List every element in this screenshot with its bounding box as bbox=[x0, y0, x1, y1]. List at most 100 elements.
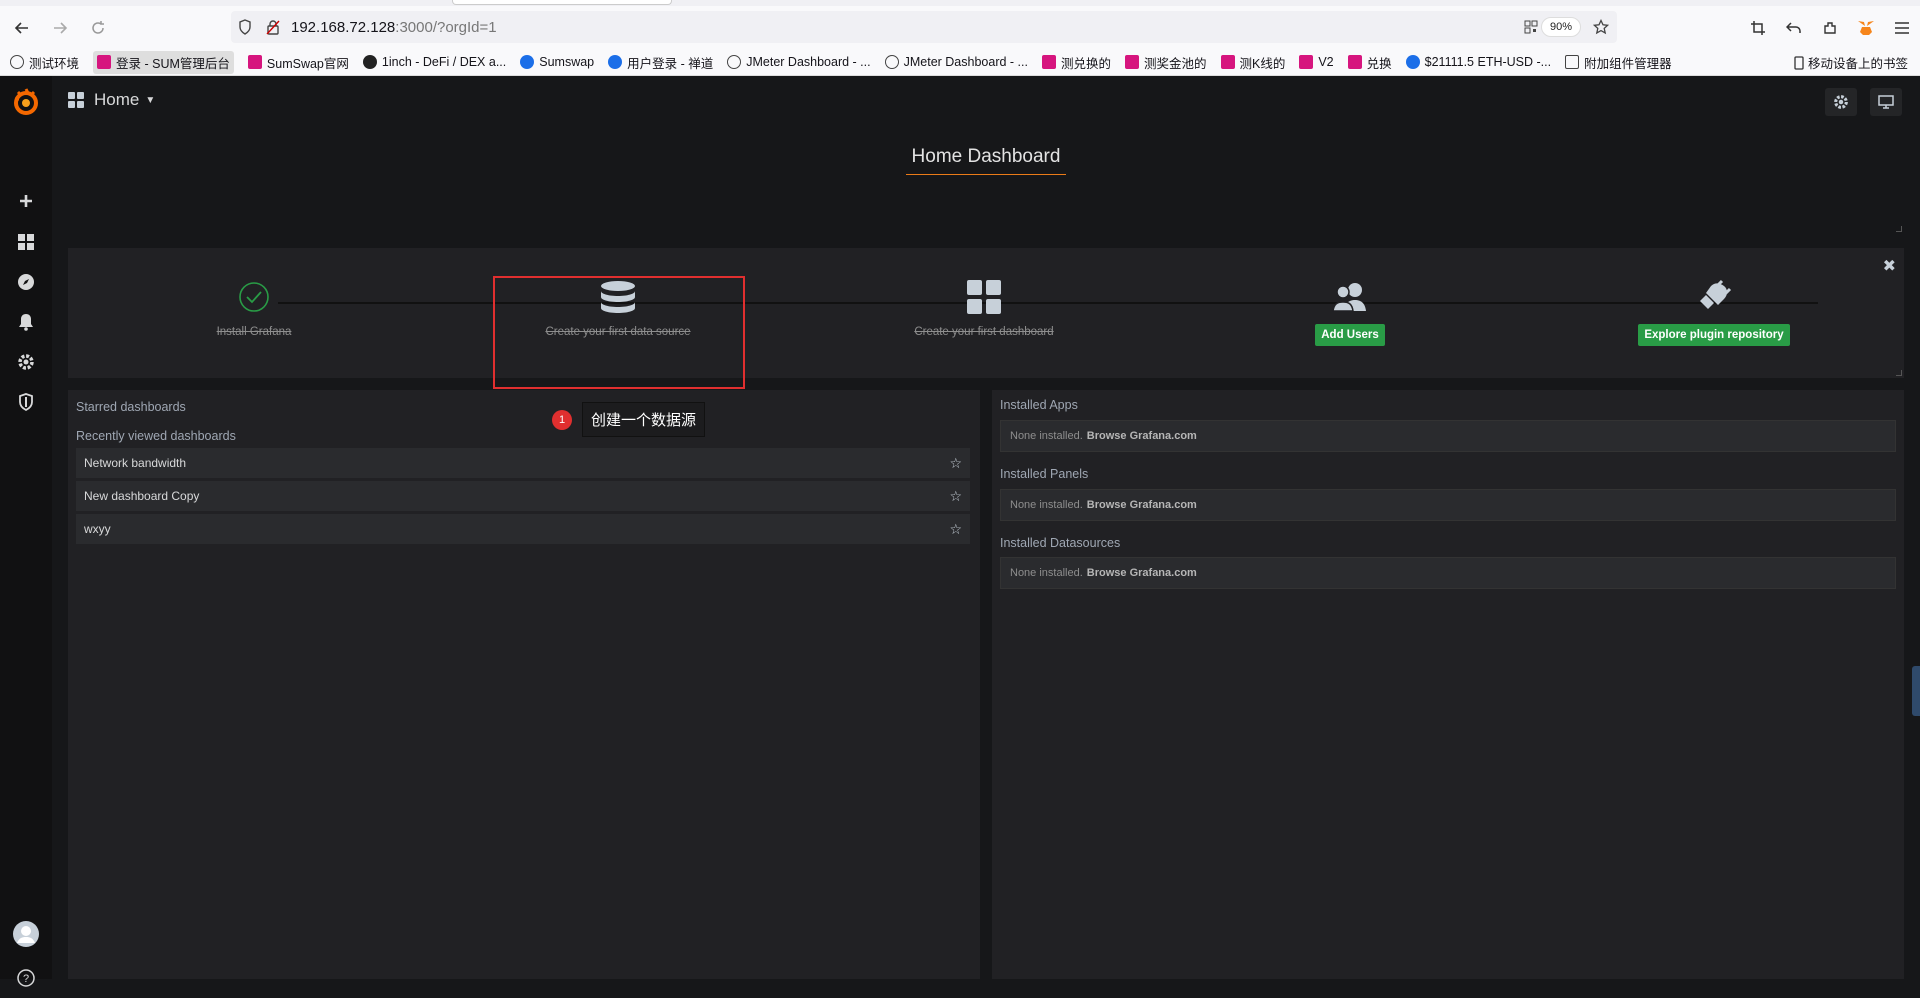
bookmark-favicon-icon bbox=[727, 55, 742, 69]
metamask-fox-icon[interactable] bbox=[1848, 12, 1884, 44]
bookmark-favicon-icon bbox=[247, 55, 262, 69]
plug-icon bbox=[1594, 278, 1834, 316]
dashboard-grid-icon bbox=[68, 92, 84, 108]
star-icon[interactable]: ☆ bbox=[949, 521, 962, 538]
user-avatar[interactable] bbox=[0, 914, 52, 954]
browser-tab[interactable] bbox=[452, 0, 672, 5]
bookmark-favicon-icon bbox=[97, 55, 112, 69]
bookmark-label: 测K线的 bbox=[1239, 56, 1286, 71]
bookmark-item[interactable]: $21111.5 ETH-USD -... bbox=[1405, 55, 1552, 69]
bookmark-label: $21111.5 ETH-USD -... bbox=[1424, 55, 1552, 69]
bookmark-item[interactable]: JMeter Dashboard - ... bbox=[727, 55, 871, 69]
bookmark-item[interactable]: 用户登录 - 禅道 bbox=[608, 53, 713, 72]
bookmark-item[interactable]: 兑换 bbox=[1347, 53, 1392, 72]
users-icon bbox=[1230, 278, 1470, 316]
check-circle-icon bbox=[134, 278, 374, 316]
bookmark-label: 测试环境 bbox=[29, 56, 80, 71]
dashboards-grid-icon[interactable] bbox=[0, 222, 52, 262]
reload-icon bbox=[92, 20, 104, 34]
bookmark-item[interactable]: 测试环境 bbox=[10, 53, 79, 72]
bookmark-item[interactable]: V2 bbox=[1299, 55, 1334, 69]
extensions-icon[interactable] bbox=[1812, 12, 1848, 44]
browse-grafana-link[interactable]: Browse Grafana.com bbox=[1087, 499, 1197, 511]
mobile-bookmarks-label: 移动设备上的书签 bbox=[1807, 57, 1908, 71]
bookmark-label: SumSwap官网 bbox=[266, 56, 349, 71]
add-users-button[interactable]: Add Users bbox=[1315, 324, 1385, 346]
menu-hamburger-icon[interactable] bbox=[1884, 12, 1920, 44]
bookmark-label: 测兑换的 bbox=[1060, 56, 1111, 71]
bookmark-favicon-icon bbox=[1405, 55, 1420, 69]
bookmark-favicon-icon bbox=[362, 55, 377, 69]
bookmark-item[interactable]: 测兑换的 bbox=[1041, 53, 1111, 72]
insecure-lock-icon[interactable] bbox=[259, 19, 287, 35]
side-scroll-indicator[interactable] bbox=[1912, 666, 1920, 716]
undo-icon[interactable] bbox=[1776, 12, 1812, 44]
bookmark-item[interactable]: SumSwap官网 bbox=[247, 53, 349, 72]
mobile-phone-icon bbox=[1794, 55, 1804, 70]
none-installed-text: None installed. bbox=[1010, 499, 1083, 511]
bookmark-item[interactable]: 附加组件管理器 bbox=[1565, 53, 1672, 72]
star-icon[interactable]: ☆ bbox=[949, 455, 962, 472]
bookmark-item[interactable]: Sumswap bbox=[520, 55, 594, 69]
bookmark-item[interactable]: 登录 - SUM管理后台 bbox=[93, 50, 234, 74]
dashboard-apps-icon bbox=[864, 278, 1104, 316]
cycle-view-mode-button[interactable] bbox=[1870, 88, 1902, 116]
star-icon[interactable]: ☆ bbox=[949, 488, 962, 505]
bookmark-label: JMeter Dashboard - ... bbox=[903, 55, 1028, 69]
dashboard-list-item[interactable]: wxyy ☆ bbox=[76, 514, 970, 544]
explore-compass-icon[interactable] bbox=[0, 262, 52, 302]
configuration-gear-icon[interactable] bbox=[0, 342, 52, 382]
dashboard-picker-label: Home bbox=[94, 90, 140, 109]
explore-plugin-repository-button[interactable]: Explore plugin repository bbox=[1638, 324, 1790, 346]
bookmark-favicon-icon bbox=[1299, 55, 1314, 69]
browse-grafana-link[interactable]: Browse Grafana.com bbox=[1087, 430, 1197, 442]
bookmark-favicon-icon bbox=[1041, 55, 1056, 69]
step-create-dashboard[interactable]: Create your first dashboard bbox=[864, 278, 1104, 338]
browser-toolbar bbox=[1740, 6, 1920, 49]
forward-button[interactable] bbox=[44, 12, 76, 44]
arrow-right-icon bbox=[54, 21, 68, 34]
grafana-logo-icon[interactable] bbox=[10, 86, 42, 118]
url-bar[interactable]: 192.168.72.128:3000/?orgId=1 90% bbox=[231, 11, 1617, 43]
browse-grafana-link[interactable]: Browse Grafana.com bbox=[1087, 567, 1197, 579]
bookmark-label: V2 bbox=[1318, 55, 1334, 69]
dashboard-settings-button[interactable] bbox=[1825, 88, 1857, 116]
url-text: 192.168.72.128:3000/?orgId=1 bbox=[291, 19, 497, 36]
bookmark-star-icon[interactable] bbox=[1591, 17, 1611, 37]
create-plus-icon[interactable] bbox=[0, 181, 52, 221]
step-add-users: Add Users bbox=[1230, 278, 1470, 346]
mobile-bookmarks[interactable]: 移动设备上的书签 bbox=[1794, 53, 1908, 72]
dashboard-list-item[interactable]: Network bandwidth ☆ bbox=[76, 448, 970, 478]
bookmark-item[interactable]: JMeter Dashboard - ... bbox=[884, 55, 1028, 69]
bookmark-favicon-icon bbox=[608, 55, 623, 69]
bookmark-label: Sumswap bbox=[539, 55, 595, 69]
dashboard-list-item[interactable]: New dashboard Copy ☆ bbox=[76, 481, 970, 511]
bookmark-label: 登录 - SUM管理后台 bbox=[116, 56, 230, 71]
recent-dashboards-header: Recently viewed dashboards bbox=[76, 429, 236, 443]
annotation-callout: 1 创建一个数据源 bbox=[552, 402, 706, 437]
dashboard-picker[interactable]: Home ▼ bbox=[68, 90, 155, 110]
installed-panels-header: Installed Panels bbox=[1000, 467, 1089, 481]
close-icon[interactable]: ✖ bbox=[1883, 256, 1896, 276]
bookmark-item[interactable]: 1inch - DeFi / DEX a... bbox=[362, 55, 506, 69]
arrow-left-icon bbox=[14, 21, 28, 34]
grafana-app: ? Home ▼ Home Dashboard ✖ Install Grafan… bbox=[0, 76, 1920, 987]
panel-resize-handle[interactable] bbox=[1896, 226, 1902, 232]
bookmark-item[interactable]: 测K线的 bbox=[1220, 53, 1286, 72]
back-button[interactable] bbox=[6, 12, 38, 44]
crop-icon[interactable] bbox=[1740, 12, 1776, 44]
reload-button[interactable] bbox=[82, 12, 114, 44]
none-installed-text: None installed. bbox=[1010, 430, 1083, 442]
help-question-icon[interactable]: ? bbox=[0, 958, 52, 998]
shield-icon[interactable] bbox=[231, 19, 259, 35]
dashboard-name: New dashboard Copy bbox=[84, 489, 200, 503]
zoom-level-badge[interactable]: 90% bbox=[1540, 17, 1581, 37]
bookmark-label: 附加组件管理器 bbox=[1584, 56, 1672, 71]
bookmark-item[interactable]: 测奖金池的 bbox=[1124, 53, 1207, 72]
alerting-bell-icon[interactable] bbox=[0, 302, 52, 342]
annotation-text: 创建一个数据源 bbox=[582, 402, 706, 437]
qr-code-icon[interactable] bbox=[1521, 17, 1541, 37]
panel-resize-handle[interactable] bbox=[1896, 370, 1902, 376]
none-installed-text: None installed. bbox=[1010, 567, 1083, 579]
server-admin-shield-icon[interactable] bbox=[0, 382, 52, 422]
